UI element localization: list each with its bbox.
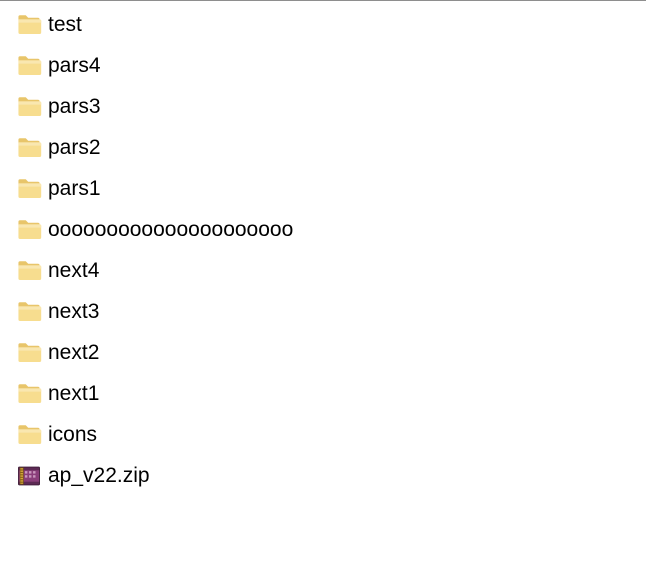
file-row[interactable]: next1	[0, 373, 646, 414]
folder-icon	[14, 256, 44, 286]
file-name: next3	[48, 301, 99, 322]
file-row[interactable]: pars2	[0, 127, 646, 168]
folder-icon	[16, 217, 42, 243]
folder-icon	[14, 420, 44, 450]
file-name: pars1	[48, 178, 101, 199]
folder-icon	[16, 381, 42, 407]
folder-icon	[16, 12, 42, 38]
file-row[interactable]: pars3	[0, 86, 646, 127]
file-row[interactable]: icons	[0, 414, 646, 455]
file-name: next4	[48, 260, 99, 281]
folder-icon	[16, 176, 42, 202]
folder-icon	[14, 133, 44, 163]
archive-icon	[14, 461, 44, 491]
file-row[interactable]: ooooooooooooooooooooo	[0, 209, 646, 250]
folder-icon	[16, 53, 42, 79]
file-name: next1	[48, 383, 99, 404]
folder-icon	[16, 422, 42, 448]
folder-icon	[16, 258, 42, 284]
file-row[interactable]: pars1	[0, 168, 646, 209]
file-row[interactable]: test	[0, 4, 646, 45]
file-row[interactable]: next4	[0, 250, 646, 291]
file-row[interactable]: next3	[0, 291, 646, 332]
folder-icon	[16, 299, 42, 325]
folder-icon	[14, 297, 44, 327]
folder-icon	[16, 94, 42, 120]
folder-icon	[16, 135, 42, 161]
file-row[interactable]: next2	[0, 332, 646, 373]
file-name: next2	[48, 342, 99, 363]
folder-icon	[14, 51, 44, 81]
folder-icon	[14, 174, 44, 204]
folder-icon	[14, 338, 44, 368]
archive-icon	[16, 463, 42, 489]
folder-icon	[14, 10, 44, 40]
file-name: ooooooooooooooooooooo	[48, 219, 293, 240]
folder-icon	[14, 215, 44, 245]
folder-icon	[16, 340, 42, 366]
folder-icon	[14, 379, 44, 409]
file-row[interactable]: ap_v22.zip	[0, 455, 646, 496]
file-row[interactable]: pars4	[0, 45, 646, 86]
file-name: pars3	[48, 96, 101, 117]
file-name: icons	[48, 424, 97, 445]
folder-icon	[14, 92, 44, 122]
file-list: test pars4 pars3 pars2 pars1 ooooooooooo…	[0, 0, 646, 496]
file-name: test	[48, 14, 82, 35]
file-name: ap_v22.zip	[48, 465, 150, 486]
file-name: pars2	[48, 137, 101, 158]
file-name: pars4	[48, 55, 101, 76]
